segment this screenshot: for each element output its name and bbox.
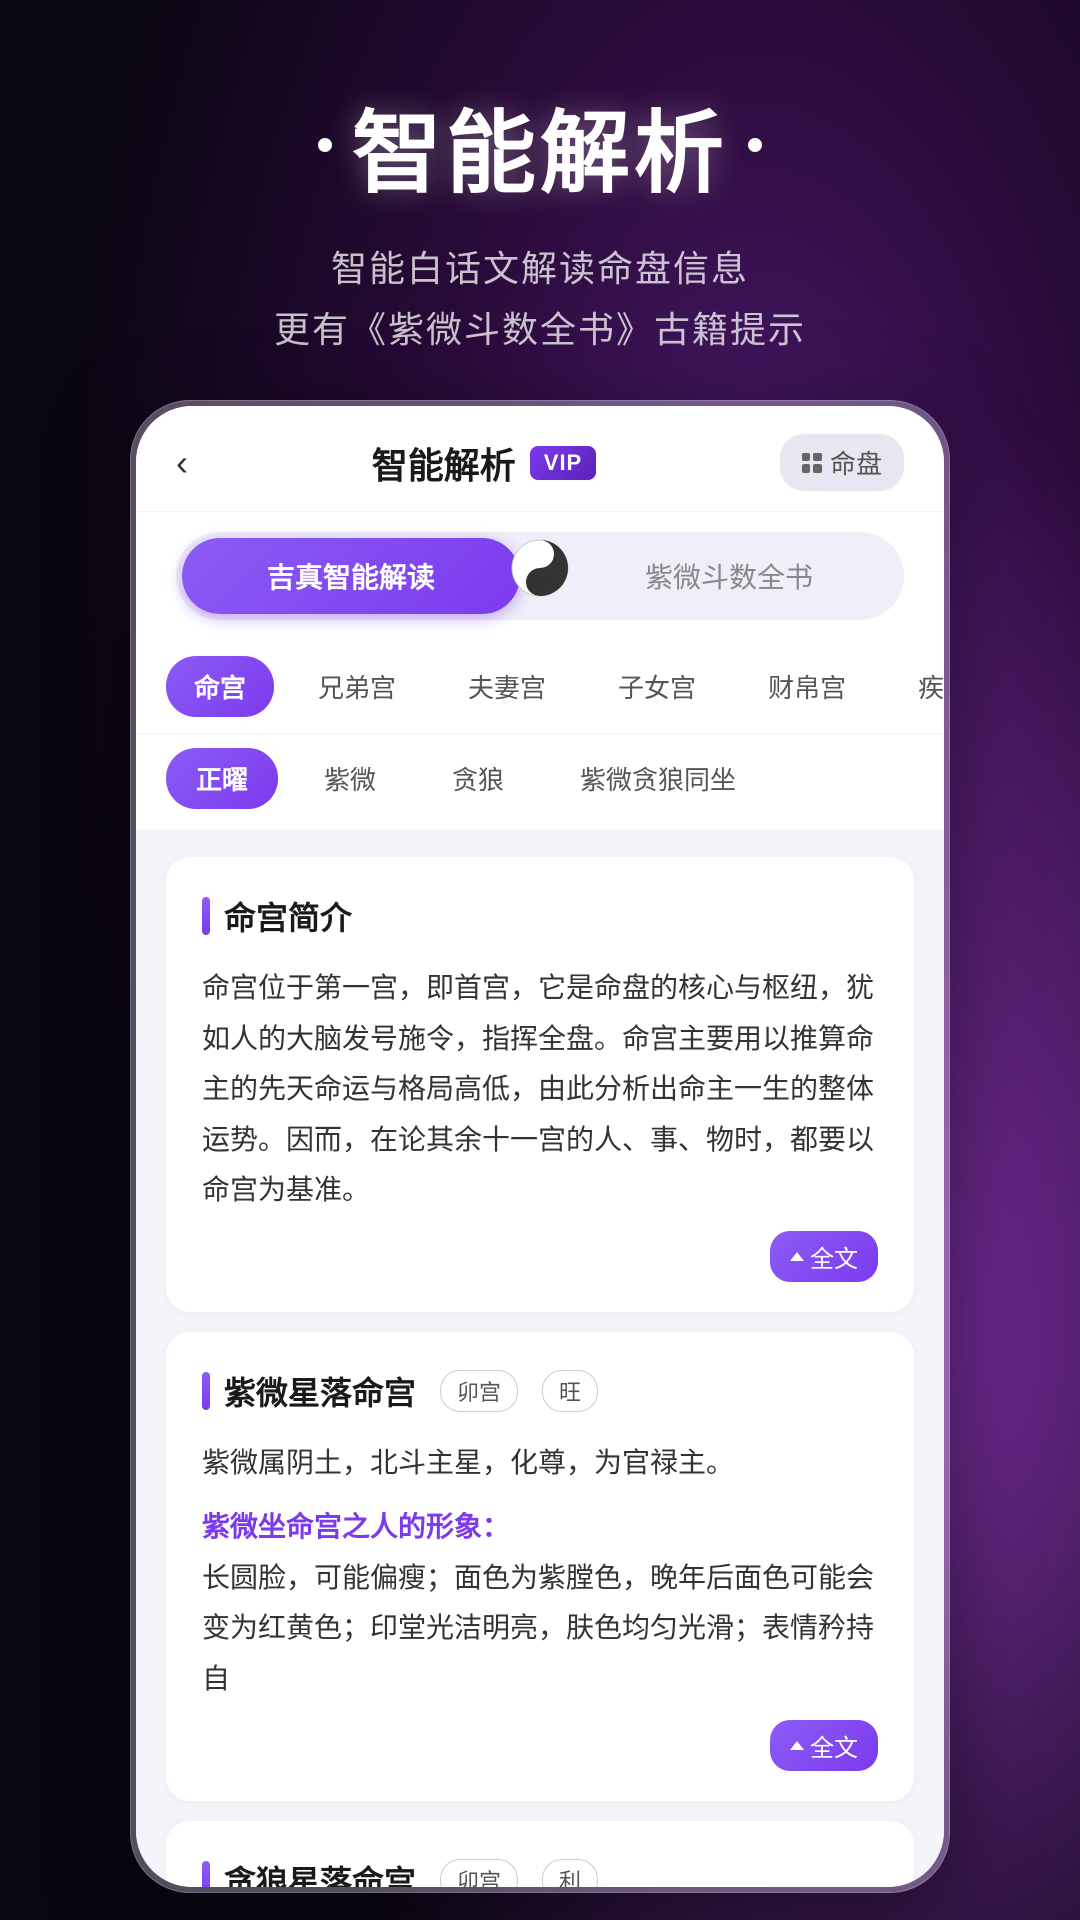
chevron-up-icon bbox=[790, 1252, 804, 1261]
cat-tab-ji[interactable]: 疾 bbox=[890, 656, 944, 717]
sub-tab-zhengyao[interactable]: 正曜 bbox=[166, 748, 278, 809]
header-section: 智能解析 智能白话文解读命盘信息 更有《紫微斗数全书》古籍提示 bbox=[274, 80, 806, 360]
nav-right-button[interactable]: 命盘 bbox=[780, 434, 904, 491]
card1-read-more-label: 全文 bbox=[810, 1239, 858, 1274]
card2-body2: 长圆脸，可能偏瘦；面色为紫膛色，晚年后面色可能会变为红黄色；印堂光洁明亮，肤色均… bbox=[202, 1553, 878, 1704]
nav-right-label: 命盘 bbox=[830, 444, 882, 481]
card2-read-more-label: 全文 bbox=[810, 1728, 858, 1763]
card3-title-bar bbox=[202, 1861, 210, 1887]
scroll-area: 命宫简介 命宫位于第一宫，即首宫，它是命盘的核心与枢纽，犹如人的大脑发号施令，指… bbox=[136, 837, 944, 1887]
cat-tab-mingong[interactable]: 命宫 bbox=[166, 656, 274, 717]
sub-tab-tanlang[interactable]: 贪狼 bbox=[422, 748, 534, 809]
title-row: 智能解析 bbox=[274, 80, 806, 210]
nav-title: 智能解析 bbox=[372, 437, 516, 489]
vip-badge: VIP bbox=[530, 446, 596, 480]
yin-yang-icon bbox=[510, 538, 570, 598]
card1-read-more-btn[interactable]: 全文 bbox=[770, 1231, 878, 1282]
card1-title-bar bbox=[202, 897, 210, 935]
nav-title-area: 智能解析 VIP bbox=[372, 437, 596, 489]
card2-title-row: 紫微星落命宫 卯宫 旺 bbox=[202, 1368, 878, 1414]
toggle-container: 吉真智能解读 紫微斗数全书 bbox=[176, 532, 904, 620]
phone-mockup: ‹ 智能解析 VIP 命盘 吉真智能解 bbox=[130, 400, 950, 1893]
cat-tab-caibogong[interactable]: 财帛宫 bbox=[740, 656, 874, 717]
subtitle-line1: 智能白话文解读命盘信息 bbox=[274, 238, 806, 299]
sub-tab-ziwei[interactable]: 紫微 bbox=[294, 748, 406, 809]
category-tabs: 命宫 兄弟宫 夫妻宫 子女宫 财帛宫 疾 bbox=[136, 640, 944, 734]
toggle-section: 吉真智能解读 紫微斗数全书 bbox=[136, 512, 944, 640]
card2-read-more-btn[interactable]: 全文 bbox=[770, 1720, 878, 1771]
card2-title-bar bbox=[202, 1372, 210, 1410]
right-dot bbox=[748, 138, 762, 152]
app-navbar: ‹ 智能解析 VIP 命盘 bbox=[136, 406, 944, 512]
back-button[interactable]: ‹ bbox=[176, 442, 188, 484]
card2-tag-maogong: 卯宫 bbox=[440, 1370, 518, 1412]
card3-title: 贪狼星落命宫 bbox=[224, 1857, 416, 1887]
grid-icon bbox=[802, 453, 822, 473]
cat-tab-zinugong[interactable]: 子女宫 bbox=[590, 656, 724, 717]
sub-tabs: 正曜 紫微 贪狼 紫微贪狼同坐 bbox=[136, 734, 944, 837]
subtitle-line2: 更有《紫微斗数全书》古籍提示 bbox=[274, 299, 806, 360]
page-title: 智能解析 bbox=[352, 80, 728, 210]
card2-read-more-row[interactable]: 全文 bbox=[202, 1720, 878, 1771]
card-ziwei-mingong: 紫微星落命宫 卯宫 旺 紫微属阴土，北斗主星，化尊，为官禄主。 紫微坐命宫之人的… bbox=[166, 1332, 914, 1801]
card2-title: 紫微星落命宫 bbox=[224, 1368, 416, 1414]
card2-tag-wang: 旺 bbox=[542, 1370, 598, 1412]
phone-inner: ‹ 智能解析 VIP 命盘 吉真智能解 bbox=[136, 406, 944, 1887]
card3-title-row: 贪狼星落命宫 卯宫 利 bbox=[202, 1857, 878, 1887]
card-tanlang-mingong: 贪狼星落命宫 卯宫 利 bbox=[166, 1821, 914, 1887]
card3-tag-maogong: 卯宫 bbox=[440, 1859, 518, 1887]
sub-tab-ziwei-tanlang[interactable]: 紫微贪狼同坐 bbox=[550, 748, 766, 809]
cat-tab-fuqigong[interactable]: 夫妻宫 bbox=[440, 656, 574, 717]
chevron-up-icon2 bbox=[790, 1741, 804, 1750]
card-mingong-intro: 命宫简介 命宫位于第一宫，即首宫，它是命盘的核心与枢纽，犹如人的大脑发号施令，指… bbox=[166, 857, 914, 1312]
card1-read-more-row[interactable]: 全文 bbox=[202, 1231, 878, 1282]
card2-body1: 紫微属阴土，北斗主星，化尊，为官禄主。 bbox=[202, 1438, 878, 1488]
toggle-left[interactable]: 吉真智能解读 bbox=[182, 538, 520, 614]
card1-title: 命宫简介 bbox=[224, 893, 352, 939]
card2-purple-heading: 紫微坐命宫之人的形象： bbox=[202, 1505, 878, 1545]
toggle-right[interactable]: 紫微斗数全书 bbox=[560, 538, 898, 614]
card1-title-row: 命宫简介 bbox=[202, 893, 878, 939]
left-dot bbox=[318, 138, 332, 152]
card1-body: 命宫位于第一宫，即首宫，它是命盘的核心与枢纽，犹如人的大脑发号施令，指挥全盘。命… bbox=[202, 963, 878, 1215]
cat-tab-xiongdigong[interactable]: 兄弟宫 bbox=[290, 656, 424, 717]
card3-tag-li: 利 bbox=[542, 1859, 598, 1887]
